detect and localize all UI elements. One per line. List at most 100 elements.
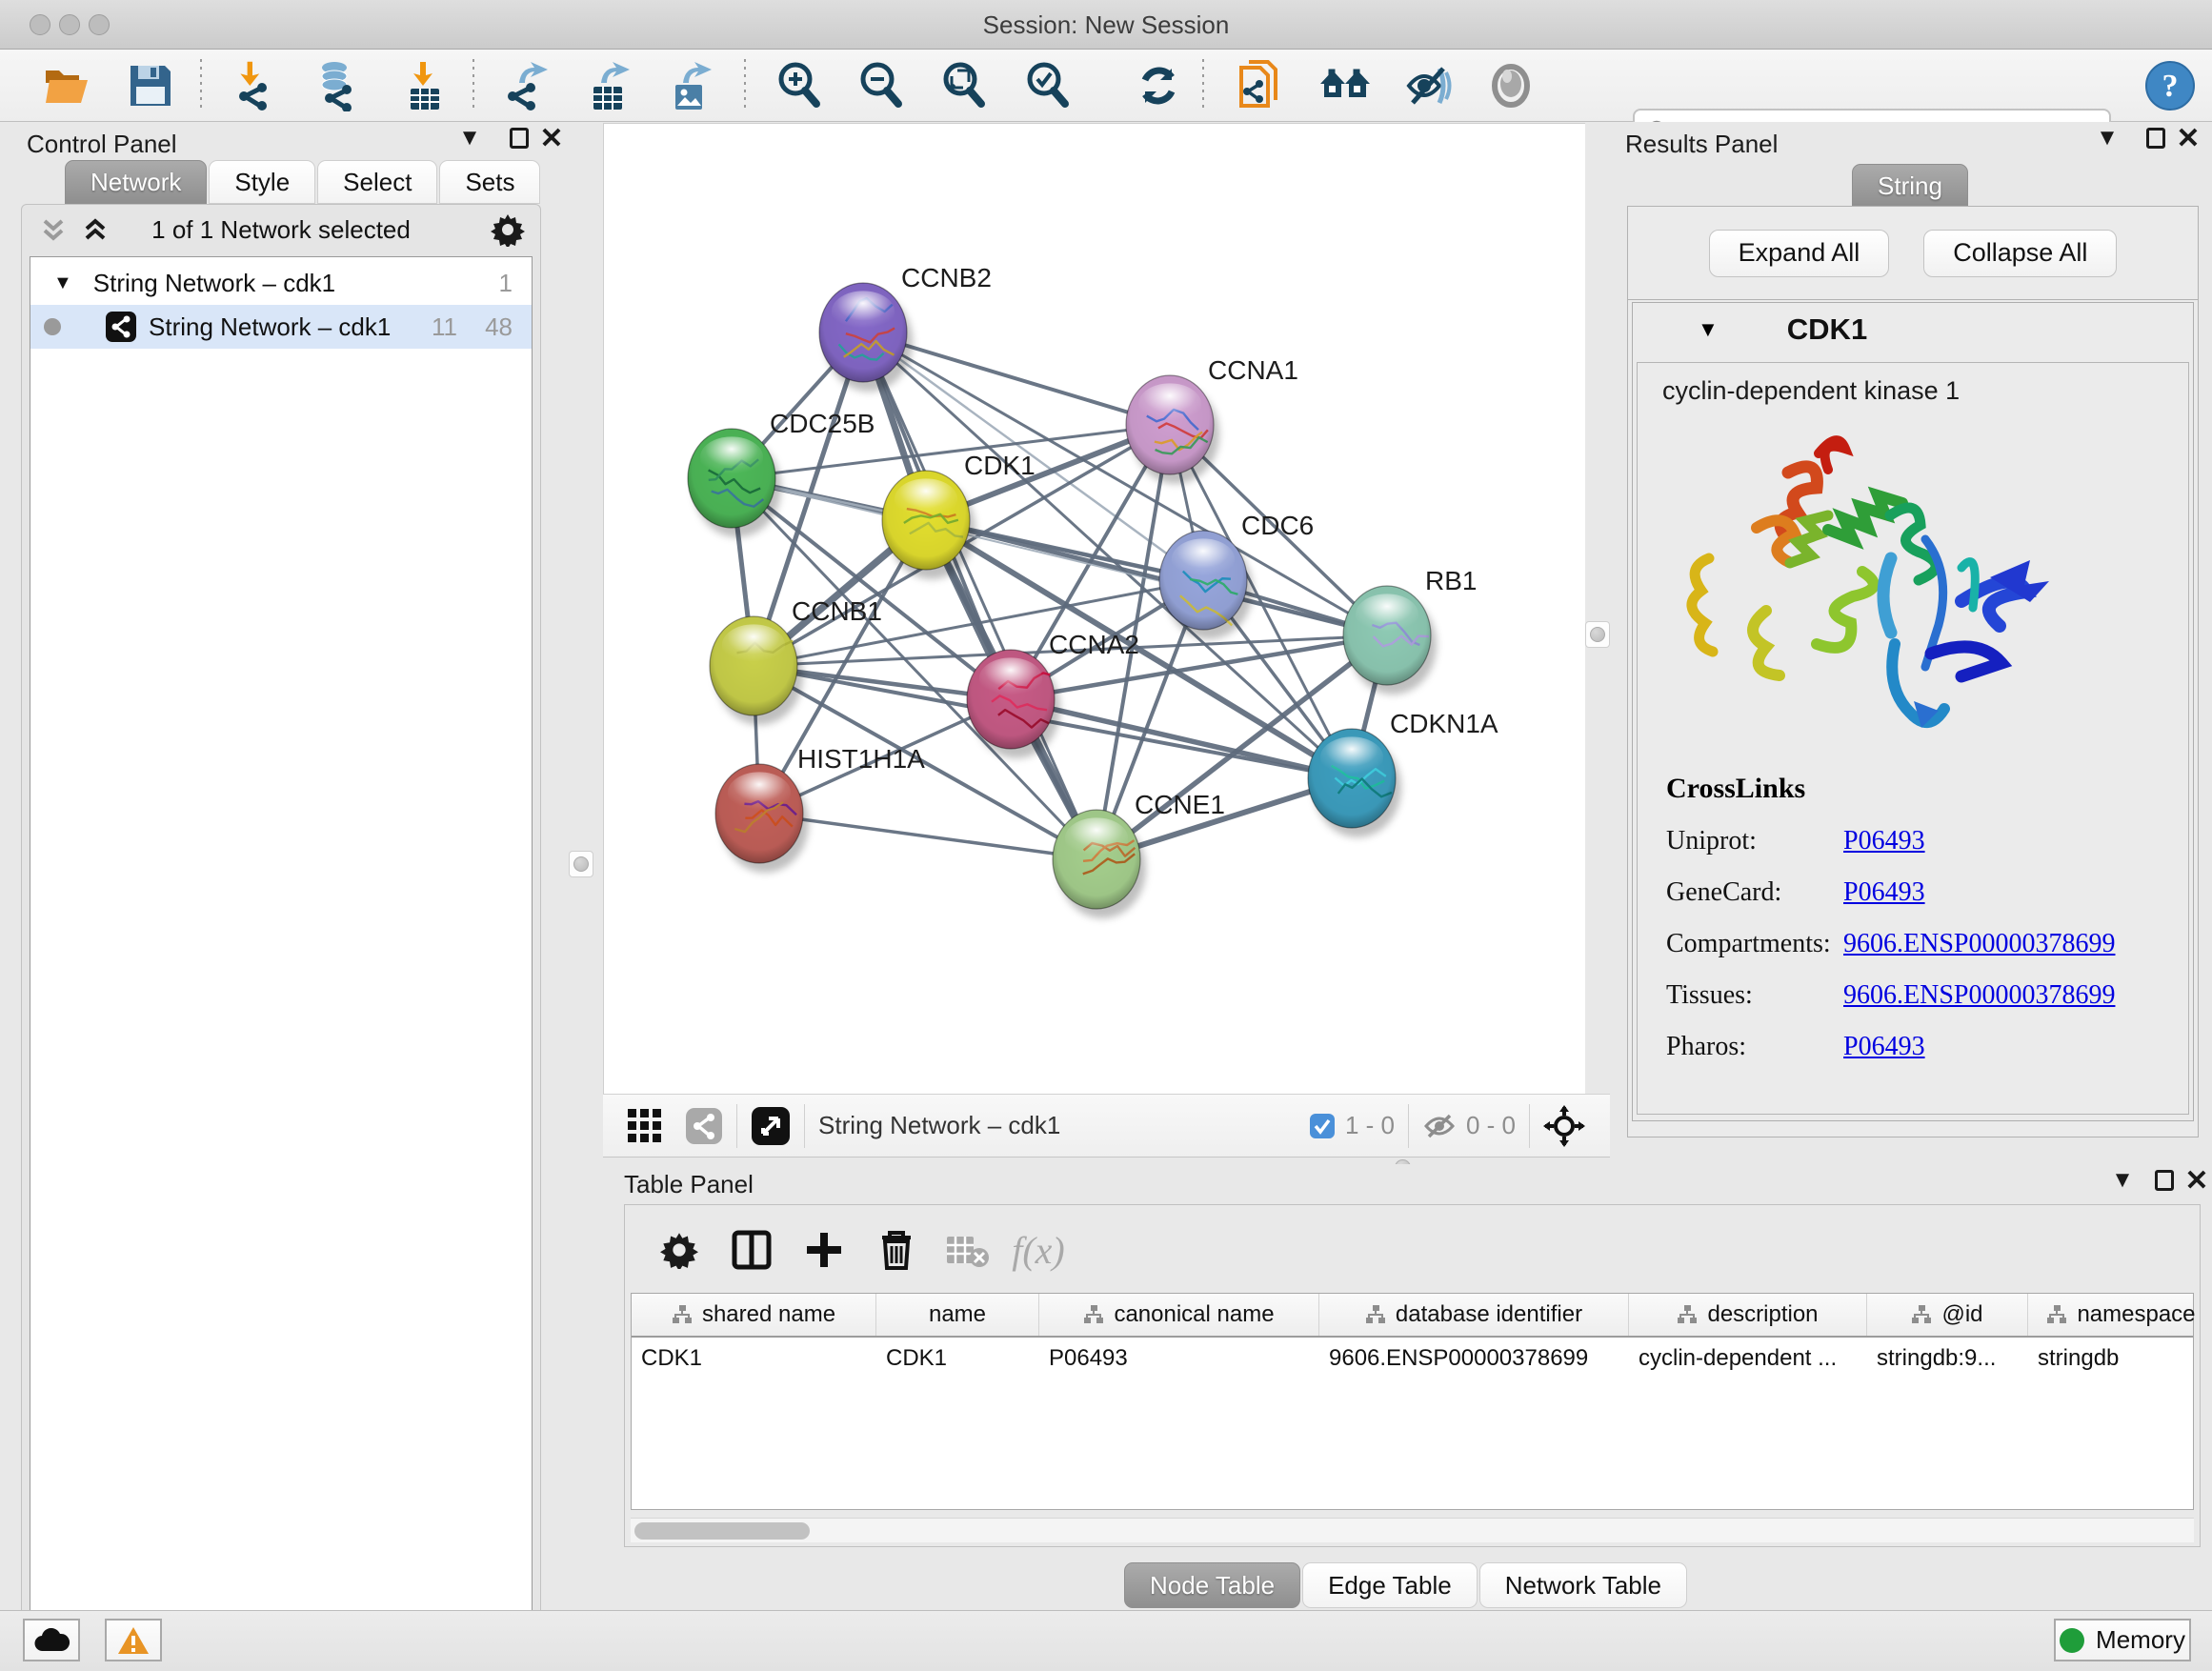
show-columns-icon[interactable] bbox=[724, 1222, 779, 1278]
zoom-selected-icon[interactable] bbox=[1020, 57, 1077, 114]
export-table-icon[interactable] bbox=[579, 57, 636, 114]
table-cell[interactable]: 9606.ENSP00000378699 bbox=[1319, 1338, 1629, 1379]
tab-sets[interactable]: Sets bbox=[439, 160, 540, 204]
table-panel-close-icon[interactable]: ✕ bbox=[2181, 1164, 2212, 1197]
scrollbar-thumb[interactable] bbox=[634, 1522, 810, 1540]
column-header-database-identifier[interactable]: database identifier bbox=[1319, 1294, 1629, 1336]
crosslink-link[interactable]: 9606.ENSP00000378699 bbox=[1843, 980, 2115, 1011]
zoom-fit-icon[interactable] bbox=[936, 57, 994, 114]
tab-edge-table[interactable]: Edge Table bbox=[1302, 1562, 1478, 1608]
grid-view-icon[interactable] bbox=[626, 1107, 664, 1145]
enhanced-graphics-icon[interactable] bbox=[1482, 57, 1539, 114]
control-panel-menu-icon[interactable]: ▼ bbox=[453, 122, 486, 154]
tab-node-table[interactable]: Node Table bbox=[1124, 1562, 1300, 1608]
import-network-file-icon[interactable] bbox=[229, 57, 286, 114]
export-image-icon[interactable] bbox=[661, 57, 718, 114]
network-node-CDC25B[interactable] bbox=[688, 429, 775, 528]
selected-count-checkbox-icon[interactable] bbox=[1309, 1113, 1336, 1139]
network-node-CDK1[interactable] bbox=[882, 471, 970, 570]
zoom-out-icon[interactable] bbox=[854, 57, 911, 114]
help-icon[interactable]: ? bbox=[2142, 57, 2199, 114]
collapse-all-button[interactable]: Collapse All bbox=[1923, 230, 2117, 277]
table-cell[interactable]: CDK1 bbox=[632, 1338, 876, 1379]
column-header-name[interactable]: name bbox=[876, 1294, 1039, 1336]
add-column-icon[interactable] bbox=[796, 1222, 852, 1278]
network-node-RB1[interactable] bbox=[1343, 586, 1431, 685]
birds-eye-view-icon[interactable] bbox=[751, 1106, 791, 1146]
network-canvas[interactable]: CCNB2CCNA1CDC25BCDK1CDC6RB1CCNB1CCNA2CDK… bbox=[603, 123, 1585, 1094]
network-node-CDC6[interactable] bbox=[1159, 531, 1247, 630]
table-horizontal-scrollbar[interactable] bbox=[631, 1518, 2194, 1542]
network-row-selected[interactable]: String Network – cdk1 11 48 bbox=[30, 305, 532, 349]
results-panel-float-icon[interactable] bbox=[2140, 122, 2172, 154]
crosslink-link[interactable]: P06493 bbox=[1843, 1032, 1925, 1062]
crosslink-link[interactable]: P06493 bbox=[1843, 877, 1925, 908]
delete-column-icon[interactable] bbox=[869, 1222, 924, 1278]
column-header-namespace[interactable]: namespace bbox=[2028, 1294, 2212, 1336]
string-import-icon[interactable] bbox=[1231, 57, 1288, 114]
network-node-HIST1H1A[interactable] bbox=[715, 764, 803, 863]
network-edge-CDK1-RB1[interactable] bbox=[926, 520, 1387, 635]
save-session-icon[interactable] bbox=[122, 57, 179, 114]
table-panel-float-icon[interactable] bbox=[2148, 1164, 2181, 1197]
table-cell[interactable]: cyclin-dependent ... bbox=[1629, 1338, 1867, 1379]
left-splitter-handle[interactable] bbox=[569, 851, 593, 877]
function-builder-icon[interactable]: f(x) bbox=[1011, 1222, 1066, 1278]
zoom-in-icon[interactable] bbox=[772, 57, 829, 114]
network-view-type-icon[interactable] bbox=[685, 1107, 723, 1145]
network-node-CDKN1A[interactable] bbox=[1308, 729, 1396, 828]
network-node-CCNA2[interactable] bbox=[967, 650, 1055, 749]
warning-button[interactable] bbox=[105, 1619, 162, 1661]
status-bar: Memory bbox=[0, 1610, 2212, 1671]
tab-network[interactable]: Network bbox=[65, 160, 207, 204]
fit-content-crosshair-icon[interactable] bbox=[1543, 1105, 1585, 1147]
network-node-count: 11 bbox=[432, 312, 457, 342]
column-header-shared-name[interactable]: shared name bbox=[632, 1294, 876, 1336]
hidden-count-eye-icon[interactable] bbox=[1422, 1112, 1457, 1140]
expand-all-button[interactable]: Expand All bbox=[1709, 230, 1890, 277]
control-panel-float-icon[interactable] bbox=[503, 122, 535, 154]
delete-table-icon[interactable] bbox=[939, 1222, 995, 1278]
table-cell[interactable]: stringdb bbox=[2028, 1338, 2212, 1379]
network-edge-CCNB2-CCNE1[interactable] bbox=[863, 332, 1096, 859]
column-header-@id[interactable]: @id bbox=[1867, 1294, 2028, 1336]
network-edge-HIST1H1A-CCNE1[interactable] bbox=[759, 814, 1096, 859]
export-network-icon[interactable] bbox=[497, 57, 554, 114]
results-panel-menu-icon[interactable]: ▼ bbox=[2091, 122, 2123, 154]
tab-string[interactable]: String bbox=[1852, 164, 1968, 208]
network-node-CCNA1[interactable] bbox=[1126, 375, 1214, 474]
table-panel-menu-icon[interactable]: ▼ bbox=[2106, 1164, 2139, 1197]
collection-expand-icon[interactable]: ▼ bbox=[53, 272, 72, 294]
network-node-CCNB2[interactable] bbox=[819, 283, 907, 382]
column-header-description[interactable]: description bbox=[1629, 1294, 1867, 1336]
import-table-icon[interactable] bbox=[396, 57, 453, 114]
network-node-CCNB1[interactable] bbox=[710, 616, 797, 715]
crosslink-link[interactable]: 9606.ENSP00000378699 bbox=[1843, 929, 2115, 959]
cloud-button[interactable] bbox=[23, 1619, 80, 1661]
crosslink-label: Tissues: bbox=[1666, 980, 1843, 1011]
table-cell[interactable]: CDK1 bbox=[876, 1338, 1039, 1379]
control-panel-close-icon[interactable]: ✕ bbox=[535, 122, 568, 154]
memory-button[interactable]: Memory bbox=[2054, 1619, 2191, 1661]
tab-style[interactable]: Style bbox=[209, 160, 315, 204]
string-home-icon[interactable] bbox=[1317, 57, 1374, 114]
crosslink-link[interactable]: P06493 bbox=[1843, 826, 1925, 856]
table-options-gear-icon[interactable] bbox=[652, 1222, 707, 1278]
refresh-view-icon[interactable] bbox=[1130, 57, 1187, 114]
table-row[interactable]: CDK1CDK1P064939606.ENSP00000378699cyclin… bbox=[632, 1338, 2193, 1379]
network-node-CCNE1[interactable] bbox=[1053, 810, 1140, 909]
tab-network-table[interactable]: Network Table bbox=[1479, 1562, 1687, 1608]
column-header-canonical-name[interactable]: canonical name bbox=[1039, 1294, 1319, 1336]
network-options-gear-icon[interactable] bbox=[491, 212, 525, 247]
results-panel-close-icon[interactable]: ✕ bbox=[2172, 122, 2204, 154]
protein-collapse-icon[interactable]: ▼ bbox=[1698, 317, 1719, 342]
import-network-database-icon[interactable] bbox=[309, 57, 366, 114]
hide-glass-effect-icon[interactable] bbox=[1399, 57, 1457, 114]
table-cell[interactable]: stringdb:9... bbox=[1867, 1338, 2028, 1379]
crosslink-row: Compartments:9606.ENSP00000378699 bbox=[1666, 929, 2181, 959]
right-splitter-handle[interactable] bbox=[1585, 621, 1610, 648]
table-cell[interactable]: P06493 bbox=[1039, 1338, 1319, 1379]
open-session-icon[interactable] bbox=[38, 57, 95, 114]
tab-select[interactable]: Select bbox=[317, 160, 437, 204]
network-collection-row[interactable]: ▼ String Network – cdk1 1 bbox=[30, 261, 532, 305]
